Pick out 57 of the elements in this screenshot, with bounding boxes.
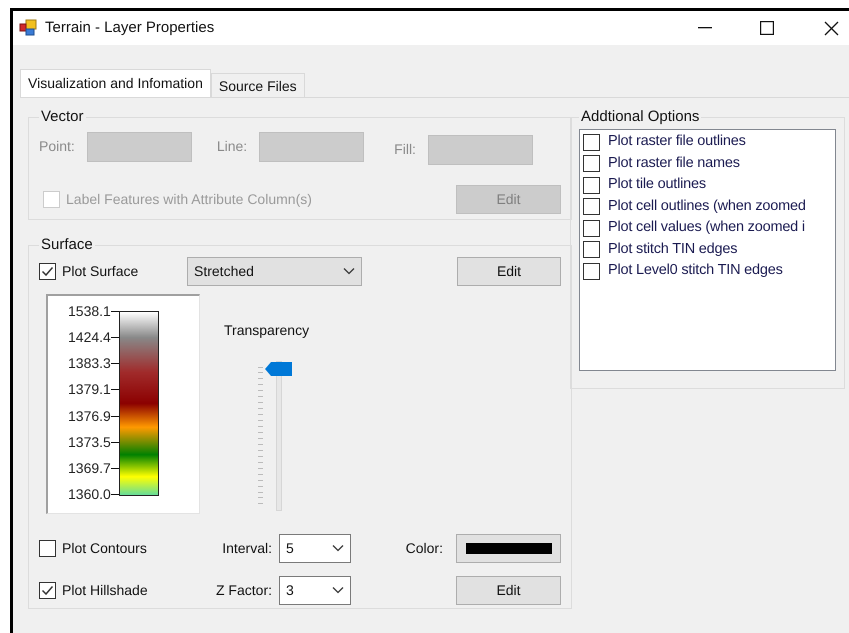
option-label: Plot raster file outlines	[608, 132, 746, 152]
option-label: Plot stitch TIN edges	[608, 240, 738, 259]
legend-label: 1373.5	[68, 432, 111, 452]
legend-label: 1360.0	[68, 484, 111, 504]
swatch-label: Fill:	[394, 140, 416, 159]
swatch-label: Point:	[39, 137, 75, 156]
close-icon[interactable]	[824, 20, 839, 36]
group-title: Surface	[40, 235, 94, 255]
checkbox-label: Plot Surface	[62, 262, 140, 280]
checkbox[interactable]	[583, 155, 600, 172]
group-title: Vector	[40, 107, 85, 127]
legend-label: 1538.1	[68, 302, 111, 321]
minimize-icon[interactable]	[698, 27, 712, 29]
maximize-icon[interactable]	[760, 21, 774, 35]
checkbox[interactable]	[39, 262, 56, 280]
legend-label: 1424.4	[68, 328, 111, 348]
window-title: Terrain - Layer Properties	[45, 18, 214, 38]
field-label: Z Factor:	[214, 580, 272, 600]
checkbox[interactable]	[583, 134, 600, 151]
dropdown[interactable]: Stretched	[187, 256, 362, 286]
checkbox[interactable]	[39, 582, 56, 598]
option-label: Plot Level0 stitch TIN edges	[608, 261, 783, 280]
option-label: Plot cell outlines (when zoomed	[608, 196, 806, 216]
checkbox[interactable]	[39, 540, 56, 556]
chevron-down-icon	[343, 267, 355, 275]
tab[interactable]: Visualization and Infomation	[20, 69, 211, 97]
checkbox[interactable]	[583, 262, 600, 280]
group-title: Addtional Options	[580, 107, 700, 127]
app-icon	[19, 19, 37, 37]
edit-button[interactable]: Edit	[457, 256, 561, 286]
tab[interactable]: Source Files	[210, 73, 305, 97]
checkbox[interactable]	[583, 198, 600, 216]
checkbox[interactable]	[583, 241, 600, 258]
checkbox[interactable]	[583, 220, 600, 237]
edit-button[interactable]: Edit	[456, 576, 561, 604]
dropdown[interactable]: 5	[279, 534, 351, 562]
option-label: Plot raster file names	[608, 154, 740, 173]
legend-label: 1379.1	[68, 380, 111, 400]
chevron-down-icon	[332, 586, 344, 594]
option-label: Plot cell values (when zoomed i	[608, 218, 805, 238]
checkbox[interactable]	[583, 176, 600, 194]
swatch-label: Line:	[216, 137, 248, 156]
legend-label: 1376.9	[68, 406, 111, 426]
legend-label: 1383.3	[68, 354, 111, 374]
color-button[interactable]	[456, 534, 561, 562]
checkbox-label: Label Features with Attribute Column(s)	[66, 190, 312, 209]
legend-label: 1369.7	[68, 458, 111, 478]
slider[interactable]	[265, 360, 293, 510]
slider-label: Transparency	[224, 320, 310, 340]
checkbox-label: Plot Hillshade	[62, 580, 149, 600]
field-label: Color:	[406, 538, 443, 558]
option-label: Plot tile outlines	[608, 175, 706, 194]
chevron-down-icon	[332, 544, 344, 552]
slider-thumb[interactable]	[265, 360, 293, 376]
dropdown[interactable]: 3	[279, 576, 351, 604]
checkbox-label: Plot Contours	[62, 538, 148, 558]
field-label: Interval:	[221, 538, 272, 558]
